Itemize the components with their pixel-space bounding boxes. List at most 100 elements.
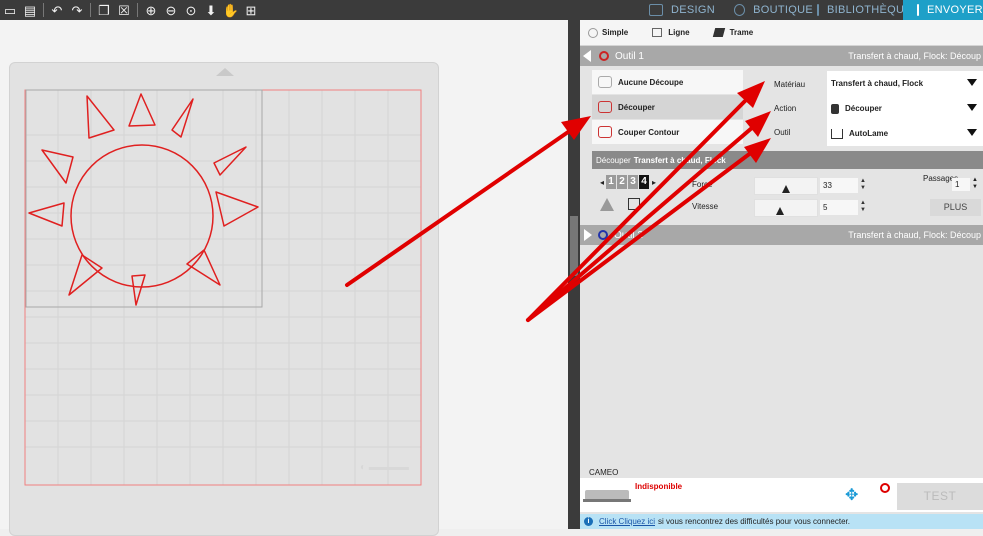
pass-1[interactable]: 1 bbox=[606, 175, 617, 189]
mode-trame[interactable]: Trame bbox=[712, 28, 753, 37]
duplicate-icon[interactable]: ❐ bbox=[94, 0, 114, 20]
sun-ray[interactable] bbox=[28, 202, 65, 227]
cut-mode-bar: Simple Ligne Trame bbox=[580, 20, 983, 46]
option-couper-contour[interactable]: Couper Contour bbox=[592, 120, 743, 144]
device-status-dot-icon bbox=[880, 483, 890, 493]
move-down-icon[interactable]: ⬇ bbox=[201, 0, 221, 20]
pass-selector[interactable]: ◂ 1 2 3 4 ▸ bbox=[600, 175, 656, 189]
cut-icon bbox=[598, 101, 612, 113]
collapse-arrow-icon[interactable] bbox=[583, 50, 591, 62]
redo-icon[interactable]: ↷ bbox=[67, 0, 87, 20]
option-decouper[interactable]: Découper bbox=[592, 95, 743, 119]
info-icon: i bbox=[584, 517, 593, 526]
mat-grid bbox=[25, 90, 421, 485]
slider-knob[interactable] bbox=[775, 207, 784, 215]
label-action: Action bbox=[774, 103, 797, 113]
autoblade-icon bbox=[831, 128, 843, 139]
zoom-out-icon[interactable]: ⊖ bbox=[161, 0, 181, 20]
fill-mode-icon bbox=[712, 28, 725, 37]
mat-canvas: ◐ ▬▬▬▬ bbox=[24, 89, 422, 486]
grid-icon bbox=[649, 4, 663, 16]
pass-left-arrow-icon[interactable]: ◂ bbox=[600, 178, 604, 187]
radio-icon bbox=[588, 27, 598, 38]
tool-adjust-icons bbox=[600, 198, 640, 211]
nav-tabs: DESIGN BOUTIQUE BIBLIOTHÈQUE ENVOYER bbox=[645, 0, 983, 20]
mode-ligne[interactable]: Ligne bbox=[652, 28, 690, 37]
vitesse-value[interactable]: 5 bbox=[820, 200, 858, 215]
option-aucune-decoupe[interactable]: Aucune Découpe bbox=[592, 70, 743, 94]
tab-bibliotheque[interactable]: BIBLIOTHÈQUE bbox=[813, 0, 903, 20]
passages-value[interactable]: 1 bbox=[952, 178, 970, 191]
materiau-select[interactable]: Transfert à chaud, Flock bbox=[827, 71, 983, 96]
pan-hand-icon[interactable]: ✋ bbox=[221, 0, 241, 20]
expand-arrow-icon[interactable] bbox=[584, 229, 592, 241]
device-row: Indisponible ✥ TEST bbox=[580, 478, 983, 512]
tab-boutique[interactable]: BOUTIQUE bbox=[730, 0, 813, 20]
force-slider[interactable] bbox=[754, 177, 818, 195]
passages-spinner[interactable]: ▲ ▼ bbox=[972, 177, 978, 191]
sun-design[interactable] bbox=[28, 93, 259, 306]
dropdown-arrow-icon bbox=[967, 129, 977, 136]
zoom-in-icon[interactable]: ⊕ bbox=[141, 0, 161, 20]
param-values: Transfert à chaud, Flock Découper AutoLa… bbox=[827, 71, 983, 146]
cut-options-list: Aucune Découpe Découper Couper Contour bbox=[592, 70, 743, 145]
blade-icon bbox=[831, 103, 839, 114]
delete-icon[interactable]: ☒ bbox=[114, 0, 134, 20]
test-button[interactable]: TEST bbox=[897, 483, 983, 510]
force-spinner[interactable]: ▲ ▼ bbox=[860, 178, 866, 192]
line-mode-icon bbox=[652, 28, 663, 37]
send-panel: Simple Ligne Trame Outil 1 Transfert à c… bbox=[580, 20, 983, 529]
action-select[interactable]: Découper bbox=[827, 96, 983, 121]
send-icon bbox=[917, 4, 919, 16]
param-labels: Matériau Action Outil bbox=[763, 72, 825, 144]
top-toolbar: ▭ ▤ ↶ ↷ ❐ ☒ ⊕ ⊖ ⊙ ⬇ ✋ ⊞ DESIGN BOUTIQUE … bbox=[0, 0, 983, 20]
tab-design[interactable]: DESIGN bbox=[645, 0, 730, 20]
dropdown-arrow-icon bbox=[967, 104, 977, 111]
tool-1-header[interactable]: Outil 1 Transfert à chaud, Flock: Découp bbox=[580, 46, 983, 66]
mode-simple[interactable]: Simple bbox=[588, 27, 628, 38]
save-icon[interactable]: ▭ bbox=[0, 0, 20, 20]
sun-ray[interactable] bbox=[128, 93, 156, 127]
clipboard-icon[interactable]: ▤ bbox=[20, 0, 40, 20]
tool-2-header[interactable]: Outil 2 Transfert à chaud, Flock: Découp bbox=[580, 225, 983, 245]
sun-ray[interactable] bbox=[186, 249, 221, 286]
slider-knob[interactable] bbox=[782, 185, 790, 193]
force-label: Force bbox=[692, 180, 713, 189]
square-icon[interactable] bbox=[628, 198, 640, 210]
cutter-device-icon bbox=[583, 490, 631, 502]
help-link[interactable]: Click Cliquez ici bbox=[599, 517, 655, 526]
device-name: CAMEO bbox=[589, 468, 619, 477]
add-page-icon[interactable]: ⊞ bbox=[241, 0, 261, 20]
zoom-fit-icon[interactable]: ⊙ bbox=[181, 0, 201, 20]
sun-circle[interactable] bbox=[70, 144, 214, 288]
library-icon bbox=[817, 4, 819, 16]
undo-icon[interactable]: ↶ bbox=[47, 0, 67, 20]
tool-1-color-icon bbox=[599, 51, 609, 61]
triangle-icon[interactable] bbox=[600, 198, 614, 211]
pass-right-arrow-icon[interactable]: ▸ bbox=[652, 178, 656, 187]
help-text: si vous rencontrez des difficultés pour … bbox=[658, 517, 850, 526]
panel-splitter[interactable] bbox=[568, 20, 580, 529]
move-arrows-icon[interactable]: ✥ bbox=[845, 488, 858, 504]
store-icon bbox=[734, 4, 746, 16]
tab-envoyer[interactable]: ENVOYER bbox=[903, 0, 983, 20]
label-materiau: Matériau bbox=[774, 79, 806, 89]
pass-3[interactable]: 3 bbox=[628, 175, 639, 189]
pass-4[interactable]: 4 bbox=[639, 175, 650, 189]
tool-2-color-icon bbox=[598, 230, 608, 240]
sun-ray[interactable] bbox=[215, 191, 259, 227]
sun-ray[interactable] bbox=[131, 274, 146, 306]
pass-2[interactable]: 2 bbox=[617, 175, 628, 189]
sun-ray[interactable] bbox=[68, 254, 103, 296]
plus-button[interactable]: PLUS bbox=[930, 199, 981, 216]
silhouette-watermark: ◐ ▬▬▬▬ bbox=[360, 462, 409, 473]
vitesse-spinner[interactable]: ▲ ▼ bbox=[860, 200, 866, 214]
vitesse-slider[interactable] bbox=[754, 199, 818, 217]
toolbar-divider bbox=[90, 3, 91, 17]
help-bar: i Click Cliquez ici si vous rencontrez d… bbox=[580, 514, 983, 529]
design-workspace[interactable]: ◐ ▬▬▬▬ bbox=[0, 20, 568, 536]
splitter-scroll-thumb[interactable] bbox=[570, 216, 578, 276]
outil-select[interactable]: AutoLame bbox=[827, 121, 983, 146]
force-value[interactable]: 33 bbox=[820, 178, 858, 193]
dropdown-arrow-icon bbox=[967, 79, 977, 86]
